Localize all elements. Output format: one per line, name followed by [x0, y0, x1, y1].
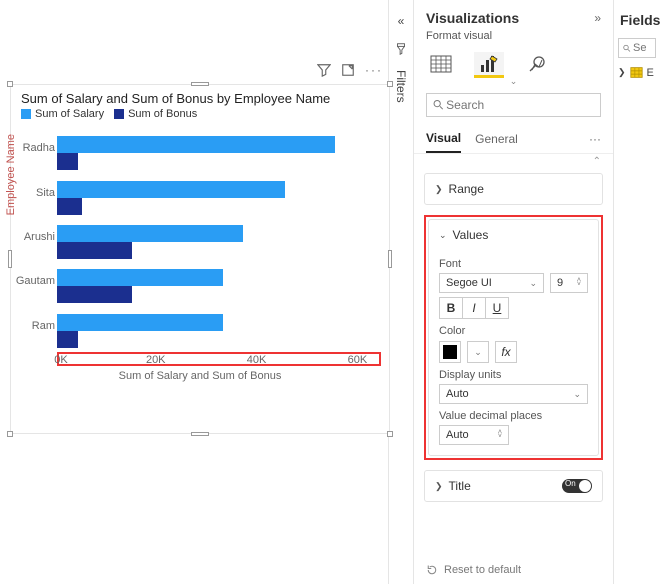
- reset-to-default[interactable]: Reset to default: [414, 556, 613, 584]
- report-canvas[interactable]: ··· Sum of Salary and Sum of Bonus by Em…: [0, 0, 388, 584]
- italic-button[interactable]: I: [462, 297, 486, 319]
- spinner-icon: ˄˅: [498, 431, 502, 439]
- pane-subtitle: Format visual: [414, 30, 613, 48]
- format-visual-tab[interactable]: [474, 52, 504, 78]
- chart-legend: Sum of Salary Sum of Bonus: [11, 108, 389, 126]
- category-label: Ram: [15, 320, 55, 332]
- chevron-right-icon: ❯: [435, 184, 443, 195]
- card-values-header[interactable]: ⌄Values: [429, 220, 598, 250]
- chevron-down-icon: ⌄: [439, 230, 447, 241]
- chart-row: Radha: [57, 134, 383, 170]
- decimal-places-input[interactable]: Auto˄˅: [439, 425, 509, 445]
- chevron-down-icon: ⌄: [474, 347, 482, 358]
- scroll-up-icon[interactable]: ⌃: [414, 154, 613, 169]
- bar-salary[interactable]: [57, 136, 335, 153]
- color-fx-button[interactable]: fx: [495, 341, 517, 363]
- search-icon: [433, 99, 444, 111]
- resize-handle[interactable]: [191, 432, 209, 436]
- font-size-input[interactable]: 9˄˅: [550, 273, 588, 293]
- color-dropdown[interactable]: ⌄: [467, 341, 489, 363]
- title-toggle[interactable]: On: [562, 479, 592, 493]
- font-family-select[interactable]: Segoe UI⌄: [439, 273, 544, 293]
- visualizations-pane: Visualizations » Format visual ⌄ Visual …: [414, 0, 614, 584]
- resize-handle[interactable]: [191, 82, 209, 86]
- fields-title: Fields: [620, 12, 656, 28]
- reset-icon: [426, 564, 438, 576]
- color-label: Color: [439, 325, 588, 337]
- chart-row: Ram: [57, 312, 383, 348]
- chevron-down-icon: ⌄: [573, 389, 581, 400]
- build-visual-tab[interactable]: [426, 52, 456, 78]
- filter-icon[interactable]: [317, 63, 331, 77]
- resize-handle[interactable]: [7, 431, 13, 437]
- resize-handle[interactable]: [387, 431, 393, 437]
- fields-search-box[interactable]: [618, 38, 656, 58]
- bar-bonus[interactable]: [57, 286, 132, 303]
- format-search-input[interactable]: [444, 97, 594, 113]
- focus-mode-icon[interactable]: [341, 63, 355, 77]
- chart-row: Arushi: [57, 223, 383, 259]
- bar-bonus[interactable]: [57, 153, 78, 170]
- category-label: Radha: [15, 142, 55, 154]
- chart-row: Gautam: [57, 267, 383, 303]
- bar-salary[interactable]: [57, 314, 223, 331]
- tab-indicator-icon: ⌄: [414, 76, 613, 87]
- resize-handle[interactable]: [387, 81, 393, 87]
- card-values: ⌄Values Font Segoe UI⌄ 9˄˅ B I U Color: [428, 219, 599, 456]
- visual-container[interactable]: ··· Sum of Salary and Sum of Bonus by Em…: [10, 84, 390, 434]
- chart-row: Sita: [57, 179, 383, 215]
- bar-bonus[interactable]: [57, 198, 82, 215]
- bar-bonus[interactable]: [57, 331, 78, 348]
- chevron-right-icon: ❯: [618, 67, 626, 78]
- filters-label: Filters: [394, 70, 408, 103]
- card-range[interactable]: ❯Range: [424, 173, 603, 205]
- spinner-icon: ˄˅: [577, 279, 581, 287]
- bar-salary[interactable]: [57, 181, 285, 198]
- display-units-label: Display units: [439, 369, 588, 381]
- font-label: Font: [439, 258, 588, 270]
- highlight-box: ⌄Values Font Segoe UI⌄ 9˄˅ B I U Color: [424, 215, 603, 460]
- chart-plot-area: Employee Name RadhaSitaArushiGautamRam 0…: [11, 126, 389, 386]
- collapse-icon[interactable]: »: [594, 11, 601, 25]
- bar-salary[interactable]: [57, 225, 243, 242]
- format-search-box[interactable]: [426, 93, 601, 117]
- tab-visual[interactable]: Visual: [426, 125, 461, 153]
- filters-icon[interactable]: [394, 42, 408, 56]
- x-axis-label: Sum of Salary and Sum of Bonus: [11, 370, 389, 382]
- search-icon: [623, 43, 631, 54]
- chevron-down-icon: ⌄: [529, 278, 537, 289]
- display-units-select[interactable]: Auto⌄: [439, 384, 588, 404]
- tab-general[interactable]: General: [475, 126, 518, 152]
- expand-icon[interactable]: «: [398, 14, 405, 28]
- bar-bonus[interactable]: [57, 242, 132, 259]
- more-options-icon[interactable]: ···: [365, 63, 383, 77]
- table-icon: [630, 66, 643, 79]
- fields-pane: Fields ❯ E: [614, 0, 660, 584]
- tabs-more-icon[interactable]: ···: [589, 132, 601, 146]
- category-label: Sita: [15, 187, 55, 199]
- bar-salary[interactable]: [57, 269, 223, 286]
- card-title[interactable]: ❯Title On: [424, 470, 603, 502]
- table-item[interactable]: ❯ E: [618, 66, 656, 79]
- color-swatch[interactable]: [439, 341, 461, 363]
- chevron-right-icon: ❯: [435, 481, 443, 492]
- decimal-places-label: Value decimal places: [439, 410, 588, 422]
- resize-handle[interactable]: [7, 81, 13, 87]
- pane-title: Visualizations: [426, 10, 519, 26]
- chart-title: Sum of Salary and Sum of Bonus by Employ…: [11, 85, 389, 108]
- underline-button[interactable]: U: [485, 297, 509, 319]
- analytics-tab[interactable]: [522, 52, 552, 78]
- x-axis-ticks: 0K 20K 40K 60K: [57, 352, 381, 366]
- bold-button[interactable]: B: [439, 297, 463, 319]
- fields-search-input[interactable]: [631, 41, 651, 55]
- category-label: Arushi: [15, 231, 55, 243]
- category-label: Gautam: [15, 275, 55, 287]
- filters-pane-collapsed[interactable]: « Filters: [388, 0, 414, 584]
